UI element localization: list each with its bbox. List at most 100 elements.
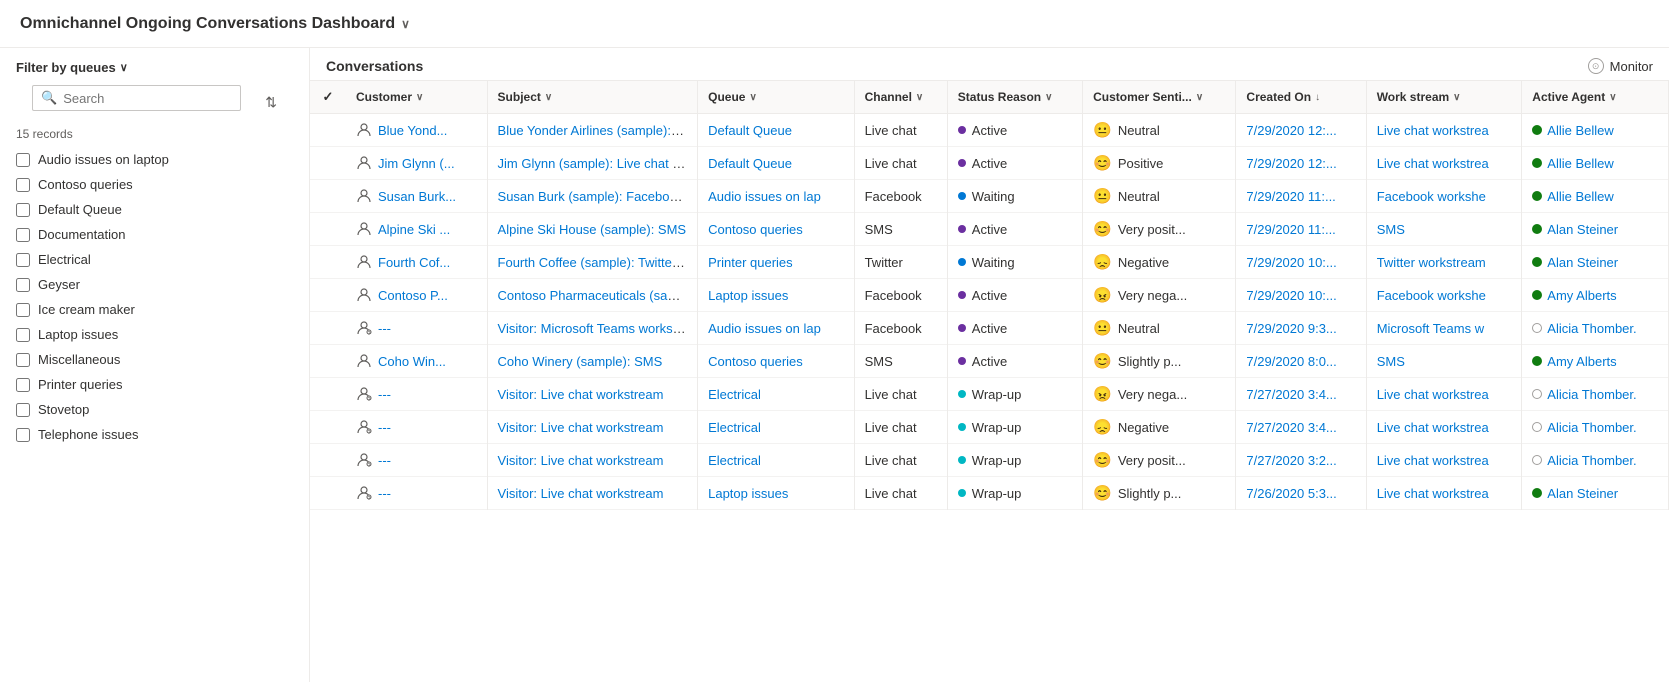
table-row[interactable]: ?--- Visitor: Microsoft Teams workstrea Au…	[310, 312, 1669, 345]
agent-cell-9[interactable]: Alicia Thomber.	[1522, 411, 1669, 444]
queue-cell-6[interactable]: Audio issues on lap	[698, 312, 854, 345]
queue-text-11[interactable]: Laptop issues	[708, 486, 788, 501]
subject-cell-4[interactable]: Fourth Coffee (sample): Twitter wor	[487, 246, 698, 279]
created-text-11[interactable]: 7/26/2020 5:3...	[1246, 486, 1336, 501]
agent-cell-11[interactable]: Alan Steiner	[1522, 477, 1669, 510]
subject-text-3[interactable]: Alpine Ski House (sample): SMS	[498, 222, 687, 237]
col-header-status_reason[interactable]: Status Reason ∨	[947, 81, 1082, 114]
table-row[interactable]: Coho Win...Coho Winery (sample): SMSCont…	[310, 345, 1669, 378]
filter-header[interactable]: Filter by queues ∨	[0, 60, 309, 85]
workstream-text-7[interactable]: SMS	[1377, 354, 1405, 369]
queue-text-7[interactable]: Contoso queries	[708, 354, 803, 369]
col-header-customer_sentiment[interactable]: Customer Senti... ∨	[1083, 81, 1236, 114]
customer-cell-2[interactable]: Susan Burk...	[346, 180, 487, 213]
table-row[interactable]: Susan Burk... Susan Burk (sample): Facebo…	[310, 180, 1669, 213]
agent-name-6[interactable]: Alicia Thomber.	[1547, 321, 1636, 336]
customer-cell-7[interactable]: Coho Win...	[346, 345, 487, 378]
table-row[interactable]: Alpine Ski ... Alpine Ski House (sample):…	[310, 213, 1669, 246]
customer-cell-3[interactable]: Alpine Ski ...	[346, 213, 487, 246]
workstream-cell-1[interactable]: Live chat workstrea	[1366, 147, 1522, 180]
workstream-cell-7[interactable]: SMS	[1366, 345, 1522, 378]
table-row[interactable]: ?---Visitor: Live chat workstreamElectri…	[310, 411, 1669, 444]
queue-cell-0[interactable]: Default Queue	[698, 114, 854, 147]
workstream-cell-8[interactable]: Live chat workstrea	[1366, 378, 1522, 411]
created-text-9[interactable]: 7/27/2020 3:4...	[1246, 420, 1336, 435]
queue-text-9[interactable]: Electrical	[708, 420, 761, 435]
customer-cell-0[interactable]: Blue Yond...	[346, 114, 487, 147]
customer-name-7[interactable]: Coho Win...	[378, 354, 446, 369]
queue-cell-8[interactable]: Electrical	[698, 378, 854, 411]
agent-name-11[interactable]: Alan Steiner	[1547, 486, 1618, 501]
subject-cell-9[interactable]: Visitor: Live chat workstream	[487, 411, 698, 444]
customer-cell-4[interactable]: Fourth Cof...	[346, 246, 487, 279]
agent-name-7[interactable]: Amy Alberts	[1547, 354, 1616, 369]
workstream-text-6[interactable]: Microsoft Teams w	[1377, 321, 1484, 336]
subject-cell-11[interactable]: Visitor: Live chat workstream	[487, 477, 698, 510]
created-text-2[interactable]: 7/29/2020 11:...	[1246, 189, 1335, 204]
queue-checkbox-stovetop[interactable]	[16, 403, 30, 417]
created-text-5[interactable]: 7/29/2020 10:...	[1246, 288, 1336, 303]
queue-cell-11[interactable]: Laptop issues	[698, 477, 854, 510]
queue-checkbox-documentation[interactable]	[16, 228, 30, 242]
queue-text-4[interactable]: Printer queries	[708, 255, 793, 270]
subject-text-6[interactable]: Visitor: Microsoft Teams workstrea	[498, 321, 695, 336]
agent-cell-0[interactable]: Allie Bellew	[1522, 114, 1669, 147]
agent-name-8[interactable]: Alicia Thomber.	[1547, 387, 1636, 402]
agent-cell-6[interactable]: Alicia Thomber.	[1522, 312, 1669, 345]
queue-text-3[interactable]: Contoso queries	[708, 222, 803, 237]
queue-checkbox-audio-issues[interactable]	[16, 153, 30, 167]
queue-cell-9[interactable]: Electrical	[698, 411, 854, 444]
queue-item-documentation[interactable]: Documentation	[0, 222, 309, 247]
customer-name-1[interactable]: Jim Glynn (...	[378, 156, 455, 171]
workstream-cell-11[interactable]: Live chat workstrea	[1366, 477, 1522, 510]
workstream-text-2[interactable]: Facebook workshe	[1377, 189, 1486, 204]
queue-text-1[interactable]: Default Queue	[708, 156, 792, 171]
customer-cell-8[interactable]: ?---	[346, 378, 487, 411]
subject-text-9[interactable]: Visitor: Live chat workstream	[498, 420, 664, 435]
queue-item-stovetop[interactable]: Stovetop	[0, 397, 309, 422]
queue-cell-7[interactable]: Contoso queries	[698, 345, 854, 378]
queue-checkbox-geyser[interactable]	[16, 278, 30, 292]
queue-item-miscellaneous[interactable]: Miscellaneous	[0, 347, 309, 372]
subject-text-5[interactable]: Contoso Pharmaceuticals (sample):	[498, 288, 698, 303]
queue-item-geyser[interactable]: Geyser	[0, 272, 309, 297]
customer-cell-6[interactable]: ?---	[346, 312, 487, 345]
customer-name-4[interactable]: Fourth Cof...	[378, 255, 450, 270]
agent-name-5[interactable]: Amy Alberts	[1547, 288, 1616, 303]
subject-cell-10[interactable]: Visitor: Live chat workstream	[487, 444, 698, 477]
customer-name-10[interactable]: ---	[378, 453, 391, 468]
subject-text-4[interactable]: Fourth Coffee (sample): Twitter wor	[498, 255, 698, 270]
queue-item-default-queue[interactable]: Default Queue	[0, 197, 309, 222]
workstream-text-10[interactable]: Live chat workstrea	[1377, 453, 1489, 468]
queue-checkbox-ice-cream-maker[interactable]	[16, 303, 30, 317]
agent-cell-7[interactable]: Amy Alberts	[1522, 345, 1669, 378]
created-text-8[interactable]: 7/27/2020 3:4...	[1246, 387, 1336, 402]
app-title[interactable]: Omnichannel Ongoing Conversations Dashbo…	[20, 15, 410, 33]
table-row[interactable]: Contoso P... Contoso Pharmaceuticals (sam…	[310, 279, 1669, 312]
customer-name-5[interactable]: Contoso P...	[378, 288, 448, 303]
subject-text-10[interactable]: Visitor: Live chat workstream	[498, 453, 664, 468]
queue-text-6[interactable]: Audio issues on lap	[708, 321, 821, 336]
workstream-text-11[interactable]: Live chat workstrea	[1377, 486, 1489, 501]
subject-cell-0[interactable]: Blue Yonder Airlines (sample): Live c	[487, 114, 698, 147]
queue-text-8[interactable]: Electrical	[708, 387, 761, 402]
agent-name-4[interactable]: Alan Steiner	[1547, 255, 1618, 270]
customer-name-0[interactable]: Blue Yond...	[378, 123, 447, 138]
created-cell-3[interactable]: 7/29/2020 11:...	[1236, 213, 1366, 246]
queue-item-laptop-issues[interactable]: Laptop issues	[0, 322, 309, 347]
subject-cell-6[interactable]: Visitor: Microsoft Teams workstrea	[487, 312, 698, 345]
created-cell-1[interactable]: 7/29/2020 12:...	[1236, 147, 1366, 180]
col-header-created_on[interactable]: Created On ↓	[1236, 81, 1366, 114]
queue-checkbox-miscellaneous[interactable]	[16, 353, 30, 367]
workstream-cell-9[interactable]: Live chat workstrea	[1366, 411, 1522, 444]
subject-text-2[interactable]: Susan Burk (sample): Facebook wor	[498, 189, 698, 204]
created-cell-9[interactable]: 7/27/2020 3:4...	[1236, 411, 1366, 444]
subject-cell-8[interactable]: Visitor: Live chat workstream	[487, 378, 698, 411]
table-row[interactable]: Blue Yond... Blue Yonder Airlines (sample…	[310, 114, 1669, 147]
customer-name-8[interactable]: ---	[378, 387, 391, 402]
workstream-cell-3[interactable]: SMS	[1366, 213, 1522, 246]
workstream-cell-10[interactable]: Live chat workstrea	[1366, 444, 1522, 477]
subject-cell-2[interactable]: Susan Burk (sample): Facebook wor	[487, 180, 698, 213]
queue-cell-2[interactable]: Audio issues on lap	[698, 180, 854, 213]
table-row[interactable]: ?---Visitor: Live chat workstream Electri…	[310, 378, 1669, 411]
